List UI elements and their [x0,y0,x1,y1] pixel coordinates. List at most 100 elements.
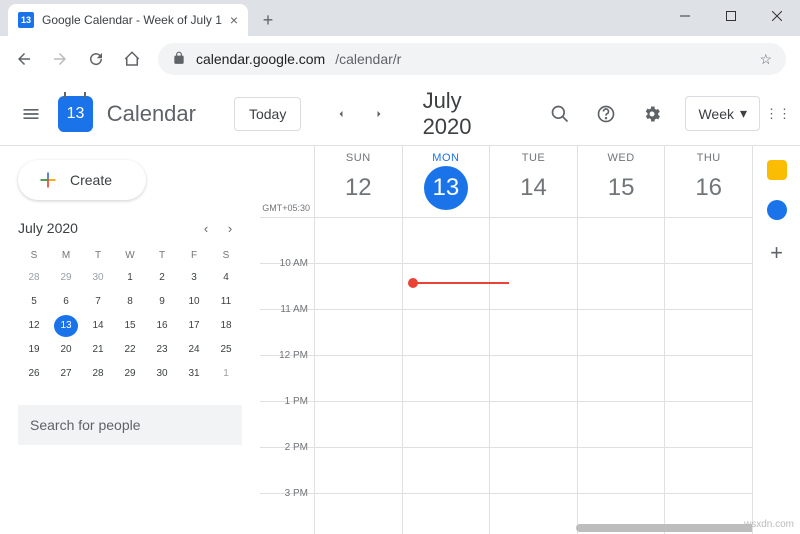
day-column-header[interactable]: MON13 [402,146,490,217]
time-cell[interactable] [314,448,402,493]
time-cell[interactable] [314,402,402,447]
hour-row[interactable]: 12 PM [260,356,752,402]
mini-day[interactable]: 27 [54,363,78,385]
time-cell[interactable] [402,356,490,401]
mini-day[interactable]: 1 [214,363,238,385]
hour-row[interactable]: 10 AM [260,264,752,310]
time-cell[interactable] [664,448,752,493]
time-grid[interactable]: 10 AM11 AM12 PM1 PM2 PM3 PM [260,218,752,534]
time-cell[interactable] [664,310,752,355]
close-icon[interactable]: × [230,12,238,28]
mini-prev-button[interactable]: ‹ [194,216,218,240]
next-period-button[interactable] [364,98,395,130]
time-cell[interactable] [489,356,577,401]
time-cell[interactable] [489,494,577,534]
mini-day[interactable]: 12 [22,315,46,337]
keep-icon[interactable] [767,160,787,180]
time-cell[interactable] [314,356,402,401]
time-cell[interactable] [664,402,752,447]
forward-button[interactable] [44,43,76,75]
hour-row[interactable] [260,218,752,264]
time-cell[interactable] [577,264,665,309]
mini-day[interactable]: 3 [182,267,206,289]
mini-day[interactable]: 1 [118,267,142,289]
help-button[interactable] [587,94,625,134]
browser-tab[interactable]: 13 Google Calendar - Week of July 1 × [8,4,248,36]
hour-row[interactable]: 1 PM [260,402,752,448]
mini-calendar-grid[interactable]: SMTWTFS282930123456789101112131415161718… [18,246,242,385]
time-cell[interactable] [402,310,490,355]
settings-button[interactable] [633,94,671,134]
mini-day[interactable]: 16 [150,315,174,337]
day-column-header[interactable]: THU16 [664,146,752,217]
mini-day[interactable]: 18 [214,315,238,337]
day-column-header[interactable]: WED15 [577,146,665,217]
time-cell[interactable] [577,356,665,401]
time-cell[interactable] [489,310,577,355]
time-cell[interactable] [489,264,577,309]
create-button[interactable]: Create [18,160,146,200]
mini-day[interactable]: 7 [86,291,110,313]
time-cell[interactable] [314,218,402,263]
mini-day[interactable]: 24 [182,339,206,361]
time-cell[interactable] [402,448,490,493]
minimize-button[interactable] [662,0,708,32]
time-cell[interactable] [314,264,402,309]
mini-day[interactable]: 28 [86,363,110,385]
mini-day[interactable]: 21 [86,339,110,361]
mini-day[interactable]: 31 [182,363,206,385]
mini-day[interactable]: 9 [150,291,174,313]
apps-menu-button[interactable]: ⋮⋮ [768,94,788,134]
prev-period-button[interactable] [325,98,356,130]
time-cell[interactable] [664,218,752,263]
today-button[interactable]: Today [234,97,301,131]
hour-row[interactable]: 11 AM [260,310,752,356]
search-button[interactable] [541,94,579,134]
back-button[interactable] [8,43,40,75]
mini-day[interactable]: 26 [22,363,46,385]
mini-day[interactable]: 19 [22,339,46,361]
mini-day[interactable]: 15 [118,315,142,337]
tasks-icon[interactable] [767,200,787,220]
mini-day[interactable]: 8 [118,291,142,313]
add-addon-button[interactable]: + [770,240,783,266]
mini-day[interactable]: 11 [214,291,238,313]
horizontal-scrollbar[interactable] [576,524,752,532]
day-column-header[interactable]: SUN12 [314,146,402,217]
mini-day[interactable]: 17 [182,315,206,337]
time-cell[interactable] [402,402,490,447]
window-close-button[interactable] [754,0,800,32]
mini-day[interactable]: 4 [214,267,238,289]
mini-day[interactable]: 25 [214,339,238,361]
mini-day[interactable]: 2 [150,267,174,289]
mini-day[interactable]: 20 [54,339,78,361]
address-input[interactable]: calendar.google.com/calendar/r ☆ [158,43,786,75]
time-cell[interactable] [577,218,665,263]
hour-row[interactable]: 2 PM [260,448,752,494]
time-cell[interactable] [489,448,577,493]
maximize-button[interactable] [708,0,754,32]
time-cell[interactable] [664,264,752,309]
home-button[interactable] [116,43,148,75]
main-menu-button[interactable] [12,94,50,134]
time-cell[interactable] [314,494,402,534]
mini-day[interactable]: 30 [86,267,110,289]
mini-day[interactable]: 28 [22,267,46,289]
search-people-input[interactable]: Search for people [18,405,242,445]
mini-day[interactable]: 13 [54,315,78,337]
time-cell[interactable] [577,310,665,355]
time-cell[interactable] [577,402,665,447]
mini-day[interactable]: 29 [54,267,78,289]
time-cell[interactable] [402,494,490,534]
day-column-header[interactable]: TUE14 [489,146,577,217]
mini-day[interactable]: 30 [150,363,174,385]
bookmark-star-icon[interactable]: ☆ [759,51,772,68]
mini-day[interactable]: 10 [182,291,206,313]
view-switcher[interactable]: Week▾ [685,96,760,131]
mini-day[interactable]: 6 [54,291,78,313]
time-cell[interactable] [664,356,752,401]
mini-day[interactable]: 14 [86,315,110,337]
mini-next-button[interactable]: › [218,216,242,240]
mini-day[interactable]: 23 [150,339,174,361]
time-cell[interactable] [314,310,402,355]
